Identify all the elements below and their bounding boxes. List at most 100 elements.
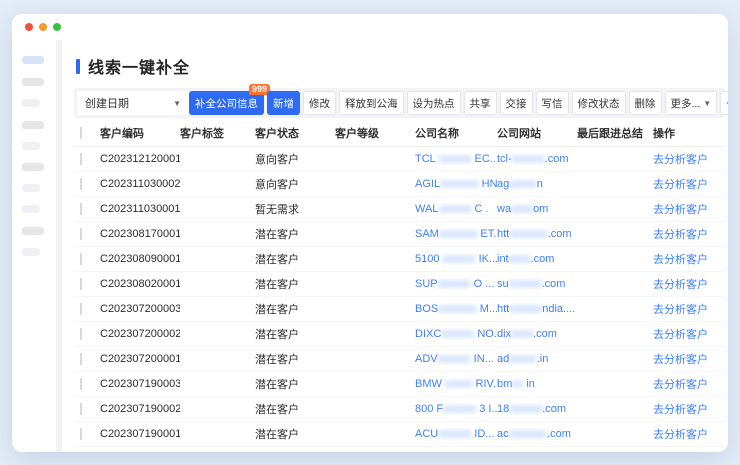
cell-website-link[interactable]: bmxx in: [497, 378, 577, 390]
redacted-text: xxxx: [509, 253, 531, 265]
cell-website-link[interactable]: waxxxxom: [497, 203, 577, 215]
window-minimize-button[interactable]: [39, 23, 47, 31]
toolbar-button[interactable]: 删除: [629, 91, 662, 115]
row-checkbox[interactable]: [80, 353, 82, 365]
page-title: 线索一键补全: [88, 54, 190, 78]
cell-website-link[interactable]: 18xxxxxx.com: [497, 403, 577, 415]
redacted-text: xxxxxx: [443, 403, 476, 415]
analyze-customer-link[interactable]: 去分析客户: [653, 404, 708, 416]
cell-website-link[interactable]: acxxxxxxx.com: [497, 428, 577, 440]
chevron-down-icon: ▼: [703, 99, 711, 108]
cell-website-link[interactable]: suxxxxxx.com: [497, 278, 577, 290]
column-header-code: 客户编码: [100, 125, 180, 141]
analyze-customer-link[interactable]: 去分析客户: [653, 254, 708, 266]
redacted-text: xxxxxx: [438, 203, 471, 215]
analyze-customer-link[interactable]: 去分析客户: [653, 279, 708, 291]
row-checkbox[interactable]: [80, 253, 82, 265]
redacted-text: xxxxxxx: [509, 228, 548, 240]
cell-status: 潜在客户: [255, 251, 335, 267]
column-header-company: 公司名称: [415, 125, 497, 141]
redacted-text: xxxxxx: [441, 328, 474, 340]
table-row: C202307200001 潜在客户 ADVxxxxxx IN... adxxx…: [74, 347, 725, 372]
date-filter-select[interactable]: 创建日期 ▼: [77, 91, 189, 115]
cell-status: 意向客户: [255, 151, 335, 167]
analyze-customer-link[interactable]: 去分析客户: [653, 304, 708, 316]
redacted-text: xxxx: [511, 328, 533, 340]
cell-website-link[interactable]: agxxxxxn: [497, 178, 577, 190]
cell-company-link[interactable]: ACUxxxxxx ID...: [415, 428, 497, 440]
cell-company-link[interactable]: SAMxxxxxxx ET...: [415, 228, 497, 240]
redacted-text: xxxxxxx: [440, 178, 479, 190]
toolbar-button[interactable]: 交接: [500, 91, 533, 115]
cell-company-link[interactable]: 5100 xxxxxx IK...: [415, 253, 497, 265]
window-zoom-button[interactable]: [53, 23, 61, 31]
toolbar-button[interactable]: 补全公司信息 999: [189, 91, 264, 115]
cell-website-link[interactable]: httxxxxxxndia....: [497, 303, 577, 315]
row-checkbox[interactable]: [80, 228, 82, 240]
table-row: C202311030002 意向客户 AGILxxxxxxx HN... agx…: [74, 172, 725, 197]
toolbar-button[interactable]: 新增: [267, 91, 300, 115]
toolbar-button[interactable]: 释放到公海: [339, 91, 404, 115]
analyze-customer-link[interactable]: 去分析客户: [653, 154, 708, 166]
window-close-button[interactable]: [25, 23, 33, 31]
row-checkbox[interactable]: [80, 153, 82, 165]
cell-website-link[interactable]: intxxxx.com: [497, 253, 577, 265]
analyze-customer-link[interactable]: 去分析客户: [653, 379, 708, 391]
row-checkbox[interactable]: [80, 278, 82, 290]
table-row: C202312120001 意向客户 TCL xxxxxx EC... tcl-…: [74, 147, 725, 172]
cell-code: C202311030002: [100, 178, 180, 190]
row-checkbox[interactable]: [80, 428, 82, 440]
select-all-checkbox[interactable]: [80, 127, 82, 139]
toolbar-button[interactable]: 更多... ▼: [665, 91, 718, 115]
analyze-customer-link[interactable]: 去分析客户: [653, 354, 708, 366]
table-row: C202307190001 潜在客户 ACUxxxxxx ID... acxxx…: [74, 422, 725, 447]
analyze-customer-link[interactable]: 去分析客户: [653, 329, 708, 341]
cell-website-link[interactable]: tcl-xxxxxx.com: [497, 153, 577, 165]
sync-icon[interactable]: [720, 91, 728, 115]
redacted-text: xxxxxxx: [439, 228, 478, 240]
cell-company-link[interactable]: SUPxxxxxx O ...: [415, 278, 497, 290]
analyze-customer-link[interactable]: 去分析客户: [653, 429, 708, 441]
redacted-text: xxxxx: [445, 378, 473, 390]
cell-company-link[interactable]: BMW xxxxx RIV...: [415, 378, 497, 390]
sidebar-skeleton-item: [22, 184, 40, 192]
sidebar-skeleton-item: [22, 121, 44, 129]
toolbar-button[interactable]: 修改: [303, 91, 336, 115]
row-checkbox[interactable]: [80, 328, 82, 340]
table-row: C202307190002 潜在客户 800 Fxxxxxx 3 I... 18…: [74, 397, 725, 422]
analyze-customer-link[interactable]: 去分析客户: [653, 179, 708, 191]
row-checkbox[interactable]: [80, 403, 82, 415]
redacted-text: xxxxxx: [509, 303, 542, 315]
cell-company-link[interactable]: DIXCxxxxxx NO...: [415, 328, 497, 340]
toolbar-button[interactable]: 设为热点: [407, 91, 461, 115]
row-checkbox[interactable]: [80, 303, 82, 315]
cell-company-link[interactable]: TCL xxxxxx EC...: [415, 153, 497, 165]
cell-company-link[interactable]: ADVxxxxxx IN...: [415, 353, 497, 365]
cell-code: C202311030001: [100, 203, 180, 215]
column-header-actions: 操作: [653, 125, 725, 141]
cell-company-link[interactable]: WALxxxxxx C .: [415, 203, 497, 215]
analyze-customer-link[interactable]: 去分析客户: [653, 204, 708, 216]
toolbar-button[interactable]: 共享: [464, 91, 497, 115]
row-checkbox[interactable]: [80, 203, 82, 215]
toolbar-button[interactable]: 修改状态: [572, 91, 626, 115]
cell-company-link[interactable]: BOSxxxxxxx M...: [415, 303, 497, 315]
analyze-customer-link[interactable]: 去分析客户: [653, 229, 708, 241]
cell-company-link[interactable]: 800 Fxxxxxx 3 I...: [415, 403, 497, 415]
chevron-down-icon: ▼: [173, 99, 181, 108]
redacted-text: xxxxxx: [509, 278, 542, 290]
cell-website-link[interactable]: dixxxxx.com: [497, 328, 577, 340]
cell-website-link[interactable]: httxxxxxxx.com: [497, 228, 577, 240]
table-row: C202307200003 潜在客户 BOSxxxxxxx M... httxx…: [74, 297, 725, 322]
toolbar-button[interactable]: 写信: [536, 91, 569, 115]
table-row: C202308020001 潜在客户 SUPxxxxxx O ... suxxx…: [74, 272, 725, 297]
column-header-website: 公司网站: [497, 125, 577, 141]
row-checkbox[interactable]: [80, 178, 82, 190]
row-checkbox[interactable]: [80, 378, 82, 390]
title-accent-bar: [76, 59, 80, 74]
toolbar: 创建日期 ▼ 补全公司信息 999 新增 修改 释放到公海 设为热点 共享 交接…: [74, 88, 725, 118]
cell-company-link[interactable]: AGILxxxxxxx HN...: [415, 178, 497, 190]
toolbar-buttons: 补全公司信息 999 新增 修改 释放到公海 设为热点 共享 交接 写信 修改状…: [189, 91, 728, 115]
column-header-grade: 客户等级: [335, 125, 415, 141]
cell-website-link[interactable]: adxxxxx.in: [497, 353, 577, 365]
